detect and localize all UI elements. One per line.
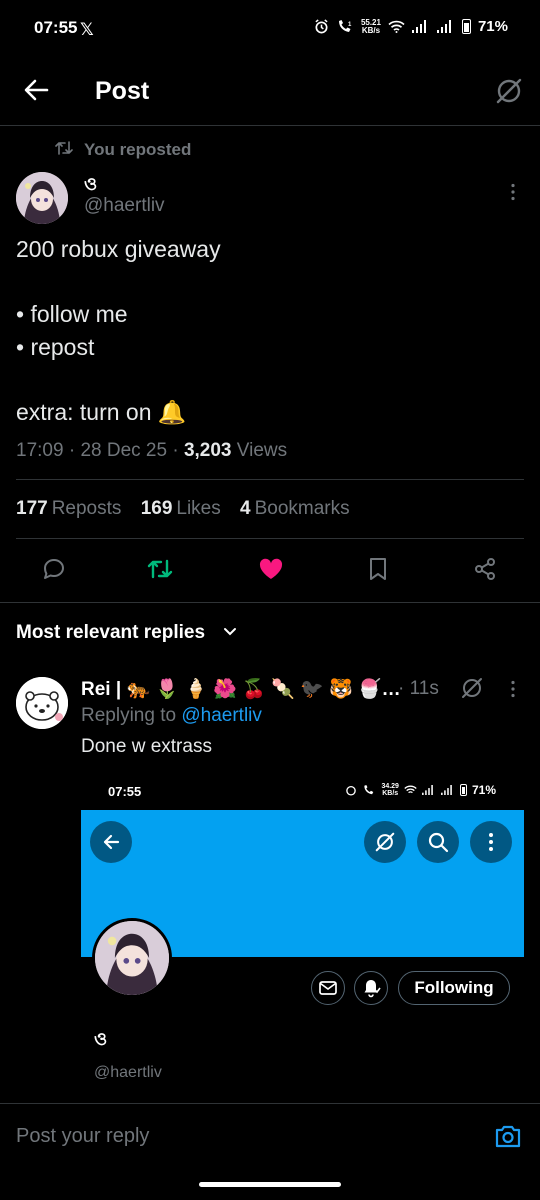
net-speed-unit: KB/s	[361, 25, 381, 35]
signal-icon	[422, 785, 433, 795]
post-text-line: extra: turn on 🔔	[16, 399, 187, 425]
more-options-icon[interactable]	[510, 183, 516, 201]
battery-icon	[461, 19, 471, 34]
back-arrow-icon[interactable]	[22, 76, 50, 104]
wifi-calling-icon: 1	[338, 20, 352, 32]
divider	[0, 1103, 540, 1104]
views-label[interactable]: Views	[237, 440, 287, 461]
grok-icon[interactable]	[494, 76, 524, 106]
wifi-icon	[404, 785, 417, 794]
status-time: 07:55	[34, 18, 78, 37]
likes-stat[interactable]: 169 Likes	[141, 498, 221, 519]
divider	[0, 602, 540, 603]
wifi-calling-icon	[364, 784, 374, 795]
reposts-label: Reposts	[51, 498, 122, 519]
author-avatar[interactable]	[16, 172, 68, 224]
x-app-icon: 𝕏	[80, 20, 94, 39]
reply-time: · 11s	[398, 678, 439, 699]
post-time: 17:09	[16, 440, 64, 461]
post-text-line: • repost	[16, 334, 95, 360]
repost-icon	[55, 140, 73, 156]
reply-icon[interactable]	[42, 557, 66, 581]
reposts-count: 177	[16, 498, 48, 519]
network-speed: 34.29 KB/s	[381, 783, 399, 797]
likes-label: Likes	[176, 498, 221, 519]
divider	[16, 479, 524, 480]
replying-to: Replying to @haertliv	[81, 705, 262, 727]
message-icon	[311, 971, 345, 1005]
wifi-icon	[388, 20, 405, 33]
profile-handle: @haertliv	[94, 1064, 162, 1081]
bookmarks-label: Bookmarks	[254, 498, 350, 519]
notification-bell-icon	[354, 971, 388, 1005]
reply-attached-image[interactable]: 07:55 34.29 KB/s 71% Following ও @haertli…	[81, 775, 524, 1095]
reply-avatar[interactable]	[16, 677, 68, 729]
post-date: 28 Dec 25	[80, 440, 168, 461]
views-count: 3,203	[183, 440, 232, 461]
net-speed-value: 34.29	[381, 783, 399, 790]
post-stats: 177 Reposts 169 Likes 4 Bookmarks	[16, 498, 350, 520]
like-heart-icon[interactable]	[258, 557, 284, 581]
profile-name: ও	[94, 1029, 108, 1049]
grok-icon[interactable]	[460, 676, 484, 700]
post-text-line: • follow me	[16, 301, 128, 327]
alarm-icon	[346, 785, 357, 796]
signal-icon-2	[441, 785, 452, 795]
status-bar: 07:55 𝕏 1 55.21 KB/s 71%	[0, 0, 540, 60]
replying-handle-link[interactable]: @haertliv	[181, 705, 262, 726]
alarm-icon	[315, 19, 328, 34]
reply-author-name[interactable]: Rei | 🐅 🌷 🍦 🌺 🍒 🍡 🐦‍⬛ 🐯 🍧…	[81, 677, 416, 701]
more-options-icon[interactable]	[510, 680, 516, 698]
signal-icon	[411, 20, 426, 33]
page-title: Post	[95, 77, 150, 105]
battery-percent: 71%	[471, 783, 496, 797]
search-icon	[417, 821, 459, 863]
battery-icon	[459, 784, 467, 796]
back-arrow-icon	[90, 821, 132, 863]
home-indicator[interactable]	[199, 1182, 341, 1187]
chevron-down-icon[interactable]	[223, 627, 237, 637]
profile-avatar	[92, 918, 172, 998]
author-handle[interactable]: @haertliv	[84, 195, 165, 217]
grok-icon	[364, 821, 406, 863]
post-meta: 17:09 · 28 Dec 25 · 3,203 Views	[16, 440, 288, 461]
following-button: Following	[398, 971, 510, 1005]
net-speed-unit: KB/s	[382, 790, 399, 797]
bookmarks-count: 4	[240, 498, 251, 519]
post-text-line: 200 robux giveaway	[16, 236, 221, 262]
share-icon[interactable]	[473, 557, 497, 581]
battery-percent: 71%	[477, 18, 508, 35]
more-options-icon	[470, 821, 512, 863]
status-indicators: 1 55.21 KB/s 71%	[314, 18, 508, 35]
repost-label: You reposted	[84, 140, 192, 159]
reposts-stat[interactable]: 177 Reposts	[16, 498, 121, 519]
embed-status-indicators: 34.29 KB/s 71%	[345, 783, 496, 797]
likes-count: 169	[140, 498, 173, 519]
embed-status-time: 07:55	[108, 784, 142, 799]
replying-prefix: Replying to	[81, 705, 177, 726]
signal-icon-2	[436, 20, 451, 33]
reply-compose-input[interactable]: Post your reply	[16, 1125, 149, 1148]
bookmarks-stat[interactable]: 4 Bookmarks	[240, 498, 350, 519]
replies-sort-label[interactable]: Most relevant replies	[16, 622, 205, 644]
divider	[0, 125, 540, 126]
bookmark-icon[interactable]	[367, 557, 389, 581]
network-speed: 55.21 KB/s	[361, 18, 381, 35]
camera-icon[interactable]	[494, 1123, 522, 1149]
reply-text: Done w extrass	[81, 736, 212, 757]
repost-button-icon[interactable]	[147, 557, 173, 581]
divider	[16, 538, 524, 539]
svg-text:1: 1	[348, 22, 352, 28]
